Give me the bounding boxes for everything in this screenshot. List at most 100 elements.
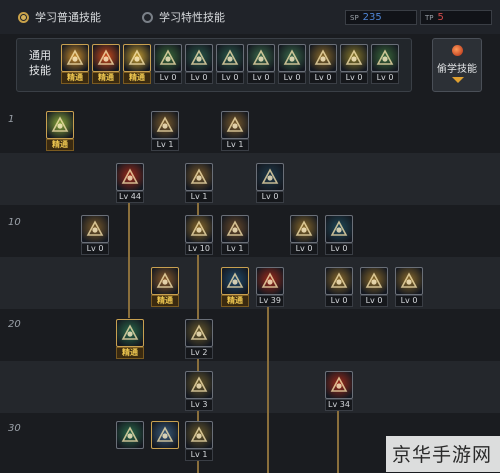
skill-slot[interactable] <box>116 421 144 462</box>
skill-slot[interactable]: Lv 0 <box>81 215 109 256</box>
skill-slot[interactable]: Lv 2 <box>185 319 213 360</box>
level-marker: 30 <box>8 423 21 434</box>
connector-line <box>267 303 269 473</box>
skill-level-label: Lv 2 <box>185 347 213 359</box>
cross-icon <box>185 371 213 399</box>
skill-slot[interactable]: 精通 <box>61 44 89 85</box>
skill-slot[interactable]: 精通 <box>151 267 179 308</box>
scatter-icon <box>185 319 213 347</box>
radio-checked-icon <box>18 11 29 23</box>
skill-slot[interactable]: 精通 <box>92 44 120 85</box>
skill-level-label: Lv 0 <box>309 72 337 84</box>
leap-icon <box>123 44 151 72</box>
level-marker: 20 <box>8 319 21 330</box>
grenade-icon <box>395 267 423 295</box>
skill-level-label: Lv 0 <box>81 243 109 255</box>
fish-icon <box>256 163 284 191</box>
skill-slot[interactable]: Lv 0 <box>371 44 399 85</box>
level-marker: 1 <box>8 114 15 125</box>
skill-slot[interactable]: Lv 44 <box>116 163 144 204</box>
skill-slot[interactable]: Lv 39 <box>256 267 284 308</box>
connector-line <box>128 190 130 318</box>
skill-slot[interactable]: Lv 1 <box>151 111 179 152</box>
skill-slot[interactable]: Lv 0 <box>309 44 337 85</box>
radio-unchecked-icon <box>142 11 153 23</box>
skill-slot[interactable]: Lv 1 <box>221 111 249 152</box>
skill-level-label: Lv 3 <box>185 399 213 411</box>
skill-slot[interactable]: Lv 0 <box>247 44 275 85</box>
skill-level-label: Lv 0 <box>154 72 182 84</box>
target-icon <box>216 44 244 72</box>
figure-icon <box>247 44 275 72</box>
skill-level-label: Lv 0 <box>340 72 368 84</box>
bomb-icon <box>151 267 179 295</box>
skill-slot[interactable]: Lv 0 <box>325 267 353 308</box>
skill-level-label: Lv 0 <box>360 295 388 307</box>
steal-skill-icon <box>452 45 463 56</box>
skill-level-label: Lv 0 <box>290 243 318 255</box>
skill-slot[interactable]: 精通 <box>116 319 144 360</box>
skill-slot[interactable]: Lv 10 <box>185 215 213 256</box>
muscle-icon <box>340 44 368 72</box>
skill-slot[interactable]: 精通 <box>221 267 249 308</box>
fire-fist-icon <box>92 44 120 72</box>
level-marker: 10 <box>8 217 21 228</box>
skill-slot[interactable]: Lv 0 <box>256 163 284 204</box>
dropdown-arrow-icon <box>452 77 464 83</box>
skill-slot[interactable]: Lv 0 <box>340 44 368 85</box>
skill-level-label: Lv 0 <box>371 72 399 84</box>
skill-slot[interactable]: Lv 1 <box>221 215 249 256</box>
skill-slot[interactable] <box>151 421 179 462</box>
skill-level-label: Lv 44 <box>116 191 144 203</box>
skill-slot[interactable]: Lv 0 <box>278 44 306 85</box>
skill-slot[interactable]: Lv 1 <box>185 163 213 204</box>
skill-level-label: 精通 <box>116 347 144 359</box>
skill-level-label: Lv 0 <box>278 72 306 84</box>
arrow-icon <box>185 163 213 191</box>
skill-slot[interactable]: Lv 1 <box>185 421 213 462</box>
tp-tag: TP <box>425 13 434 22</box>
tp-value: 5 <box>437 12 444 23</box>
skill-slot[interactable]: Lv 0 <box>185 44 213 85</box>
skill-slot[interactable]: Lv 0 <box>154 44 182 85</box>
skill-level-label: Lv 10 <box>185 243 213 255</box>
face-icon <box>325 215 353 243</box>
skill-slot[interactable]: Lv 0 <box>325 215 353 256</box>
skill-slot[interactable]: Lv 0 <box>395 267 423 308</box>
watermark-text: 京华手游网 <box>392 444 493 466</box>
hand-icon <box>290 215 318 243</box>
skill-level-label: Lv 0 <box>325 243 353 255</box>
burst-icon <box>116 163 144 191</box>
steal-skill-button[interactable]: 偷学技能 <box>432 38 482 92</box>
blade-icon <box>221 215 249 243</box>
pellets-icon <box>185 421 213 449</box>
skill-level-label: Lv 1 <box>151 139 179 151</box>
skill-level-label: 精通 <box>92 72 120 84</box>
skill-slot[interactable]: 精通 <box>46 111 74 152</box>
tab-learn-special[interactable]: 学习特性技能 <box>142 9 225 25</box>
watermark: 京华手游网 <box>386 436 500 472</box>
runner-icon <box>61 44 89 72</box>
skill-level-label: Lv 1 <box>221 243 249 255</box>
swirl-blue-icon <box>151 421 179 449</box>
skill-level-label: 精通 <box>151 295 179 307</box>
skill-slot[interactable]: Lv 3 <box>185 371 213 412</box>
skill-slot[interactable]: Lv 0 <box>290 215 318 256</box>
sand-icon <box>360 267 388 295</box>
skill-slot[interactable]: 精通 <box>123 44 151 85</box>
blast-icon <box>325 371 353 399</box>
sp-counter: SP 235 <box>345 10 417 25</box>
skill-level-label: Lv 0 <box>216 72 244 84</box>
tree-row <box>0 205 500 257</box>
skill-slot[interactable]: Lv 0 <box>216 44 244 85</box>
tab-learn-normal[interactable]: 学习普通技能 <box>18 9 101 25</box>
skill-level-label: Lv 0 <box>395 295 423 307</box>
skill-slot[interactable]: Lv 34 <box>325 371 353 412</box>
skill-level-label: 精通 <box>221 295 249 307</box>
throw-icon <box>221 111 249 139</box>
boomerang-icon <box>151 111 179 139</box>
skill-level-label: 精通 <box>46 139 74 151</box>
skill-slot[interactable]: Lv 0 <box>360 267 388 308</box>
kick-icon <box>371 44 399 72</box>
skill-level-label: Lv 39 <box>256 295 284 307</box>
